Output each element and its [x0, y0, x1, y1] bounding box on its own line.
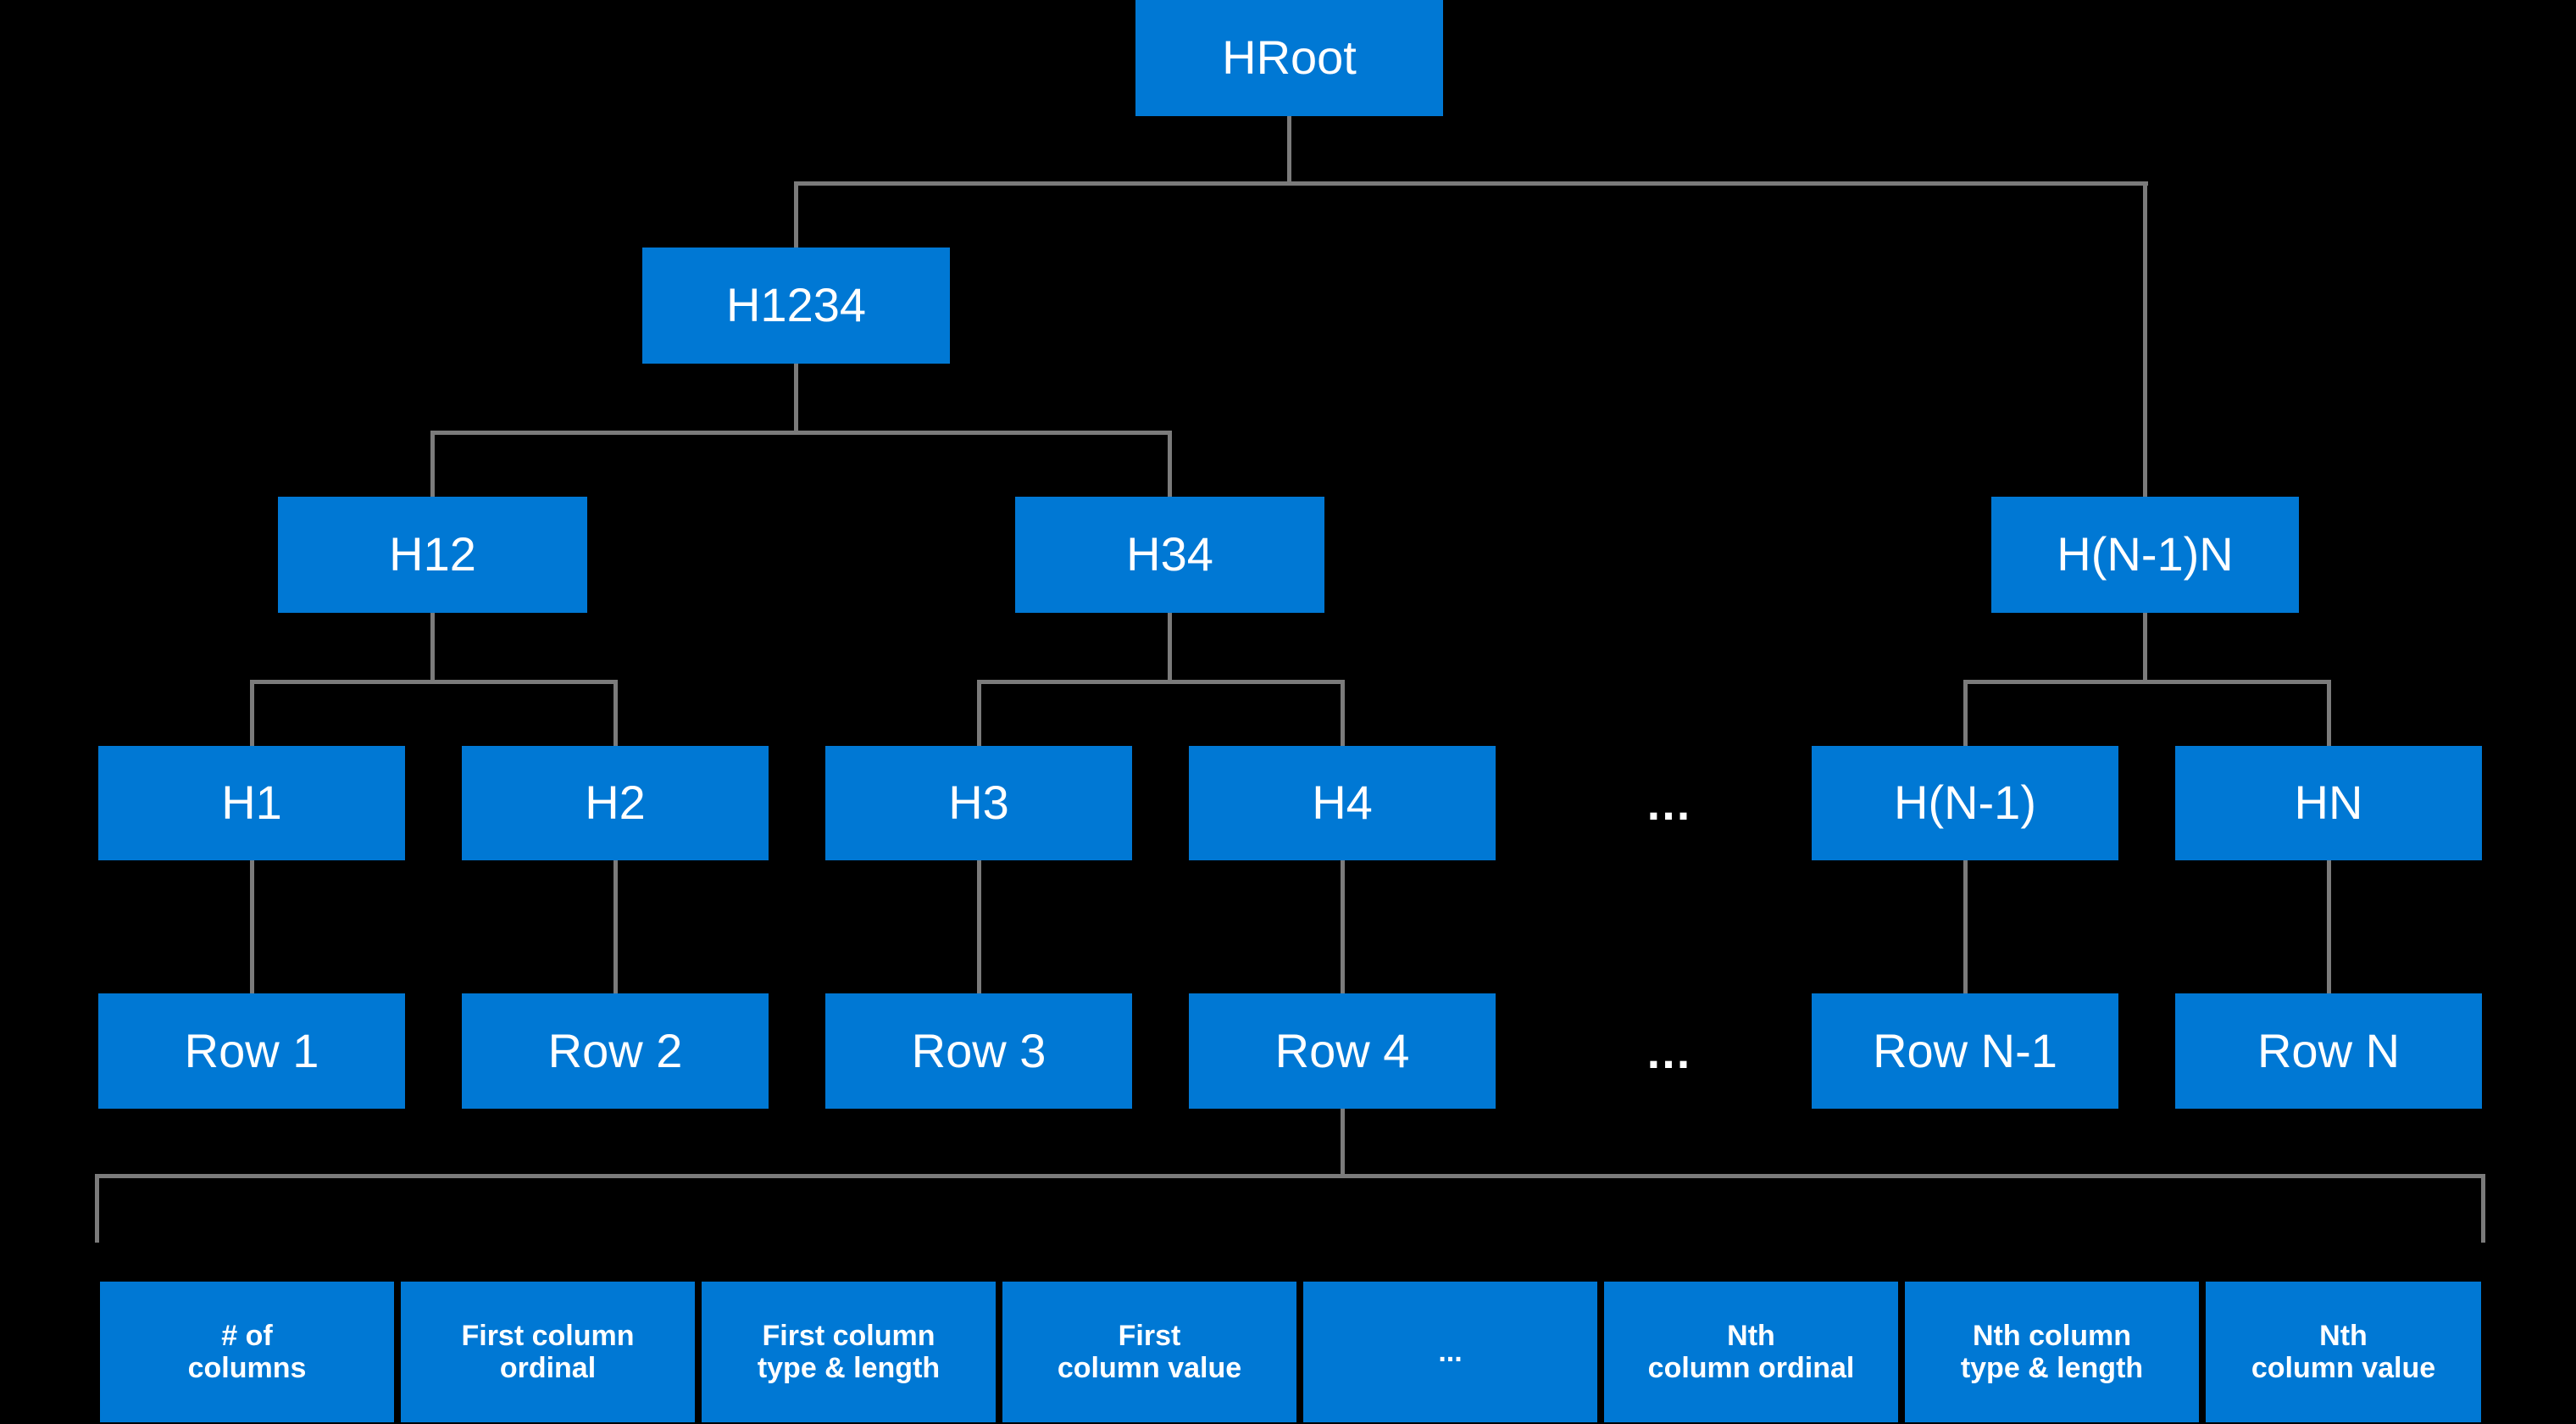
connector-h2-to-row2 [613, 860, 618, 996]
connector-hroot-stem [1287, 116, 1291, 184]
connector-h1-to-row1 [250, 860, 254, 996]
node-h3: H3 [825, 746, 1132, 860]
node-h34: H34 [1015, 497, 1324, 613]
connector-h12-to-h1 [250, 680, 254, 748]
connector-row-layout-left [95, 1174, 99, 1243]
connector-h34-to-h4 [1341, 680, 1345, 748]
node-coln-ordinal: Nth column ordinal [1604, 1282, 1898, 1422]
connector-row-layout-right [2481, 1174, 2485, 1243]
node-hn1n: H(N-1)N [1991, 497, 2299, 613]
node-row2: Row 2 [462, 993, 769, 1109]
connector-hn-to-rown [2327, 860, 2331, 996]
node-row4: Row 4 [1189, 993, 1496, 1109]
node-row1: Row 1 [98, 993, 405, 1109]
node-h1: H1 [98, 746, 405, 860]
node-hn1: H(N-1) [1812, 746, 2118, 860]
connector-hn1n-bus [1963, 680, 2331, 684]
node-row3: Row 3 [825, 993, 1132, 1109]
connector-h12-stem [430, 613, 435, 681]
node-coln-value: Nth column value [2206, 1282, 2481, 1422]
ellipsis-rows: ... [1646, 1024, 1692, 1078]
node-hn: HN [2175, 746, 2482, 860]
node-col1-type: First column type & length [702, 1282, 996, 1422]
node-h12: H12 [278, 497, 587, 613]
connector-h34-to-h3 [977, 680, 981, 748]
connector-h34-stem [1168, 613, 1172, 681]
connector-h1234-bus [430, 431, 1172, 435]
connector-hroot-to-hn1n [2143, 181, 2147, 498]
connector-h12-bus [250, 680, 618, 684]
connector-h4-to-row4 [1341, 860, 1345, 996]
connector-h12-to-h2 [613, 680, 618, 748]
node-hroot: HRoot [1135, 0, 1443, 116]
connector-hn1-to-rown1 [1963, 860, 1968, 996]
node-h2: H2 [462, 746, 769, 860]
connector-row-layout-bus [95, 1174, 2485, 1178]
node-coln-type: Nth column type & length [1905, 1282, 2199, 1422]
connector-hn1n-to-hn1 [1963, 680, 1968, 748]
ellipsis-level-4: ... [1646, 776, 1692, 830]
node-col-count: # of columns [100, 1282, 394, 1422]
node-col1-ordinal: First column ordinal [401, 1282, 695, 1422]
node-col-ellipsis: ... [1303, 1282, 1597, 1422]
connector-hn1n-stem [2143, 613, 2147, 681]
node-rown1: Row N-1 [1812, 993, 2118, 1109]
node-h1234: H1234 [642, 248, 950, 364]
connector-h1234-stem [794, 364, 798, 431]
node-col1-value: First column value [1002, 1282, 1296, 1422]
connector-h1234-to-h34 [1168, 431, 1172, 498]
connector-hroot-to-h1234 [794, 181, 798, 249]
node-h4: H4 [1189, 746, 1496, 860]
connector-hn1n-to-hn [2327, 680, 2331, 748]
connector-h34-bus [977, 680, 1345, 684]
connector-row4-drop [1341, 1109, 1345, 1178]
connector-h3-to-row3 [977, 860, 981, 996]
diagram-canvas: HRoot H1234 H12 H34 H(N-1)N H1 H2 H3 H4 H(N-1) HN.… [0, 0, 2576, 1424]
connector-h1234-to-h12 [430, 431, 435, 498]
node-rown: Row N [2175, 993, 2482, 1109]
connector-hroot-bus [794, 181, 2148, 186]
